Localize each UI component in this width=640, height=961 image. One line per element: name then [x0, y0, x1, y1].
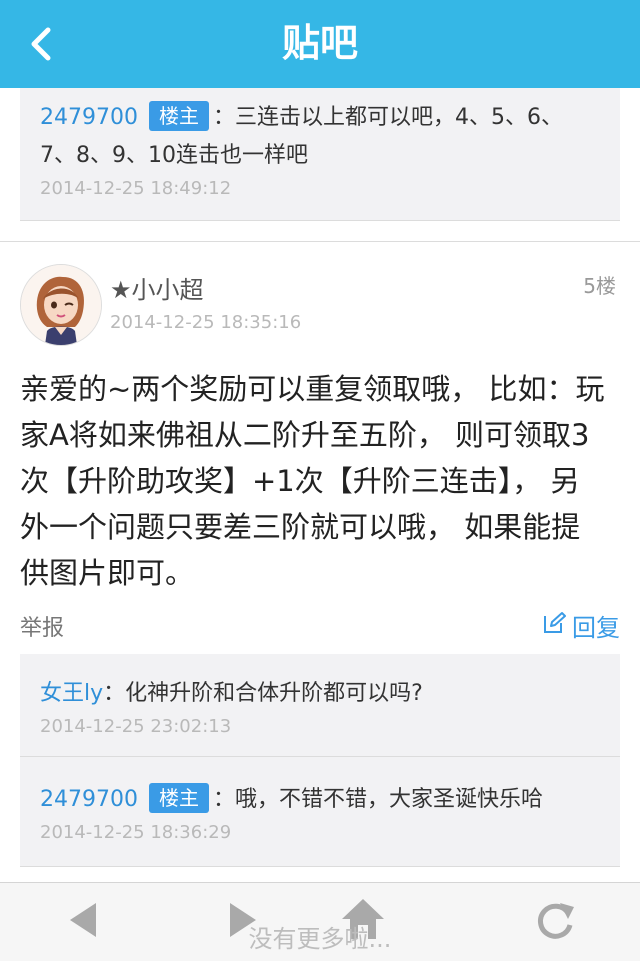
forward-arrow-icon[interactable] [218, 895, 268, 945]
divider [20, 756, 620, 757]
post-line: 供图片即可。 [20, 556, 195, 590]
reply-username[interactable]: 女王ly [40, 681, 103, 706]
post-line: 次【升阶助攻奖】+1次【升阶三连击】， 另 [20, 464, 580, 498]
post-line: 外一个问题只要差三阶就可以哦， 如果能提 [20, 510, 581, 544]
reply-label: 回复 [572, 614, 620, 642]
reply-button[interactable]: 回复 [542, 608, 620, 643]
reply-content: ：化神升阶和合体升阶都可以吗? [103, 681, 423, 706]
op-badge: 楼主 [148, 783, 209, 813]
reply-content: ：三连击以上都可以吧，4、5、6、 [212, 105, 563, 130]
list-item: 女王ly：化神升阶和合体升阶都可以吗? [40, 676, 604, 712]
sub-reply-text: 2479700 楼主 ：三连击以上都可以吧，4、5、6、 [40, 100, 604, 136]
bottom-toolbar: 没有更多啦... [0, 882, 640, 961]
reply-username[interactable]: 2479700 [40, 787, 138, 812]
sub-reply-card: 2479700 楼主 ：三连击以上都可以吧，4、5、6、 7、8、9、10连击也一… [20, 88, 620, 221]
page-title: 贴吧 [281, 21, 358, 65]
reply-content-cont: 7、8、9、10连击也一样吧 [40, 143, 308, 168]
post-author[interactable]: ★小小超 [110, 270, 204, 305]
reply-timestamp: 2014-12-25 18:36:29 [40, 822, 232, 843]
op-badge: 楼主 [148, 101, 209, 131]
refresh-icon[interactable] [530, 895, 580, 945]
edit-icon [542, 611, 566, 641]
post-line: 亲爱的~两个奖励可以重复领取哦， 比如：玩 [20, 372, 605, 406]
post-timestamp: 2014-12-25 18:35:16 [110, 312, 302, 333]
divider [0, 241, 640, 242]
home-icon[interactable] [338, 895, 388, 945]
report-link[interactable]: 举报 [20, 610, 64, 642]
back-arrow-icon[interactable] [60, 895, 110, 945]
reply-timestamp: 2014-12-25 18:49:12 [40, 178, 232, 199]
avatar[interactable] [20, 264, 102, 346]
nav-bar: 贴吧 [0, 0, 640, 88]
reply-username[interactable]: 2479700 [40, 105, 138, 130]
sub-reply-list: 女王ly：化神升阶和合体升阶都可以吗? 2014-12-25 23:02:13 … [20, 654, 620, 867]
post-line: 家A将如来佛祖从二阶升至五阶， 则可领取3 [20, 418, 590, 452]
reply-content: ：哦，不错不错，大家圣诞快乐哈 [212, 787, 543, 812]
floor-number: 5楼 [583, 274, 616, 298]
list-item: 2479700 楼主 ：哦，不错不错，大家圣诞快乐哈 [40, 782, 604, 818]
post-body: 亲爱的~两个奖励可以重复领取哦， 比如：玩 家A将如来佛祖从二阶升至五阶， 则可… [20, 366, 620, 596]
reply-timestamp: 2014-12-25 23:02:13 [40, 716, 232, 737]
